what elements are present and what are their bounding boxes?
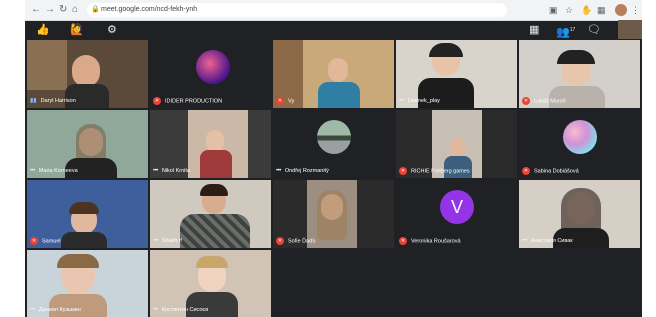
- participant-video-headset: [557, 50, 595, 64]
- grid-layout-icon[interactable]: ▦: [529, 23, 539, 37]
- people-icon[interactable]: 👥17: [556, 23, 575, 40]
- participant-video-hair: [57, 254, 99, 268]
- participant-video-head: [450, 138, 466, 156]
- mic-off-icon: ✕: [30, 236, 38, 245]
- participant-video-body: [61, 232, 107, 248]
- participant-avatar: [196, 50, 230, 84]
- participant-name: Daryl Harrison: [40, 98, 76, 104]
- back-arrow-icon[interactable]: ←: [31, 3, 41, 17]
- mic-off-icon: ✕: [276, 96, 284, 105]
- forward-arrow-icon[interactable]: →: [45, 3, 55, 17]
- participant-video-head: [206, 130, 224, 152]
- participant-tile[interactable]: ✕ Lukáš Muroň: [519, 40, 640, 108]
- participant-tile[interactable]: V ✕ Veronika Roušarová: [396, 180, 517, 248]
- mic-off-icon: ✕: [153, 96, 161, 105]
- more-options-icon[interactable]: •••: [522, 238, 527, 244]
- thumbs-up-icon[interactable]: 👍: [36, 23, 50, 37]
- raise-hand-icon[interactable]: 🙋: [70, 23, 84, 37]
- mic-off-icon: ✕: [522, 166, 530, 175]
- home-icon[interactable]: ⌂: [72, 3, 78, 17]
- participant-tile[interactable]: ••• Даниил Кузьмин: [27, 250, 148, 317]
- participant-name: Анастасія Сивак: [530, 238, 573, 244]
- more-options-icon[interactable]: •••: [276, 168, 281, 174]
- participant-name: Nikol Krnita: [161, 168, 190, 174]
- url-text: meet.google.com/ncd-fekh-ynh: [101, 6, 198, 13]
- participant-video-hair: [76, 124, 106, 160]
- participant-name: Костянтин Сисоєв: [161, 307, 209, 313]
- participant-name: Sabina Dobiášová: [534, 168, 579, 174]
- browser-menu-icon[interactable]: ⋮: [631, 3, 640, 17]
- mic-off-icon: ✕: [522, 96, 530, 105]
- participant-name: Даниил Кузьмин: [38, 307, 81, 313]
- more-options-icon[interactable]: •••: [30, 168, 35, 174]
- participant-avatar: [563, 120, 597, 154]
- self-view-preview: [618, 20, 642, 39]
- participant-video-hair: [69, 202, 99, 214]
- participant-video-body: [318, 82, 360, 108]
- participant-tile[interactable]: ••• Костянтин Сисоєв: [150, 250, 271, 317]
- speaking-indicator-icon: ▮▮: [30, 98, 37, 104]
- participant-initial-avatar: V: [440, 190, 474, 224]
- participant-tile[interactable]: ••• Nikol Krnita: [150, 110, 271, 178]
- chat-icon[interactable]: 🗨: [587, 23, 601, 37]
- participant-name: IDIDER PRODUCTION: [165, 98, 223, 104]
- participant-video-headset: [429, 43, 463, 57]
- participant-tile[interactable]: ✕ Sofie Ďaďo: [273, 180, 394, 248]
- mic-off-icon: ✕: [276, 236, 284, 245]
- more-options-icon[interactable]: •••: [399, 98, 404, 104]
- mic-off-icon: ✕: [399, 236, 407, 245]
- participant-video-body: [200, 150, 232, 178]
- reload-icon[interactable]: ↻: [59, 3, 67, 17]
- participant-video: [27, 40, 67, 90]
- lock-icon: 🔒: [91, 6, 100, 13]
- participant-tile[interactable]: ••• Ondřej Rozmanitý: [273, 110, 394, 178]
- more-options-icon[interactable]: •••: [153, 168, 158, 174]
- participant-video-hair: [317, 190, 347, 240]
- participant-name: Vy: [288, 98, 295, 104]
- participant-tile[interactable]: ✕ Vy: [273, 40, 394, 108]
- participant-video-hair: [200, 184, 228, 196]
- settings-gear-icon[interactable]: ⚙: [107, 23, 117, 37]
- participant-tile[interactable]: ▮▮ Daryl Harrison: [27, 40, 148, 108]
- participant-tile[interactable]: ••• Shakh ff: [150, 180, 271, 248]
- participant-tile[interactable]: ••• Maria Korneeva: [27, 110, 148, 178]
- profile-avatar[interactable]: [615, 4, 627, 16]
- participant-name: Maria Korneeva: [38, 168, 78, 174]
- participant-name: Lisenek_play: [407, 98, 440, 104]
- more-options-icon[interactable]: •••: [153, 238, 158, 244]
- participant-tile[interactable]: ••• Lisenek_play: [396, 40, 517, 108]
- participant-tile[interactable]: ✕ Samuel: [27, 180, 148, 248]
- camera-in-use-icon[interactable]: ▣: [549, 3, 558, 17]
- extensions-puzzle-icon[interactable]: ▦: [597, 3, 606, 17]
- participant-video-body: [180, 214, 250, 248]
- participant-name: RICHIE Freiberg games: [411, 168, 470, 174]
- more-options-icon[interactable]: •••: [30, 307, 35, 313]
- address-bar[interactable]: 🔒 meet.google.com/ncd-fekh-ynh: [87, 3, 507, 17]
- participant-video-hair: [196, 256, 228, 268]
- participant-name: Shakh ff: [161, 238, 182, 244]
- participant-video-head: [328, 58, 348, 82]
- mic-off-icon: ✕: [399, 166, 407, 175]
- participant-tile[interactable]: ✕ RICHIE Freiberg games: [396, 110, 517, 178]
- participant-name: Sofie Ďaďo: [288, 238, 316, 244]
- screen-frame: ← → ↻ ⌂ 🔒 meet.google.com/ncd-fekh-ynh ▣…: [25, 0, 642, 317]
- bookmark-star-icon[interactable]: ☆: [565, 3, 573, 17]
- participant-count: 17: [569, 27, 576, 33]
- participant-name: Veronika Roušarová: [411, 238, 461, 244]
- participant-name: Ondřej Rozmanitý: [284, 168, 329, 174]
- extension-icon[interactable]: ✋: [581, 3, 592, 17]
- meet-top-bar: 👍 🙋 ⚙ ▦ 👥17 🗨: [25, 21, 642, 39]
- participant-name: Samuel: [42, 238, 61, 244]
- participant-tile[interactable]: ✕ Sabina Dobiášová: [519, 110, 640, 178]
- participant-tile[interactable]: ••• Анастасія Сивак: [519, 180, 640, 248]
- participant-tile[interactable]: ✕ IDIDER PRODUCTION: [150, 40, 271, 108]
- participant-video-head: [72, 55, 100, 87]
- participant-avatar: [317, 120, 351, 154]
- participant-name: Lukáš Muroň: [534, 98, 566, 104]
- more-options-icon[interactable]: •••: [153, 307, 158, 313]
- browser-toolbar: ← → ↻ ⌂ 🔒 meet.google.com/ncd-fekh-ynh ▣…: [25, 0, 642, 21]
